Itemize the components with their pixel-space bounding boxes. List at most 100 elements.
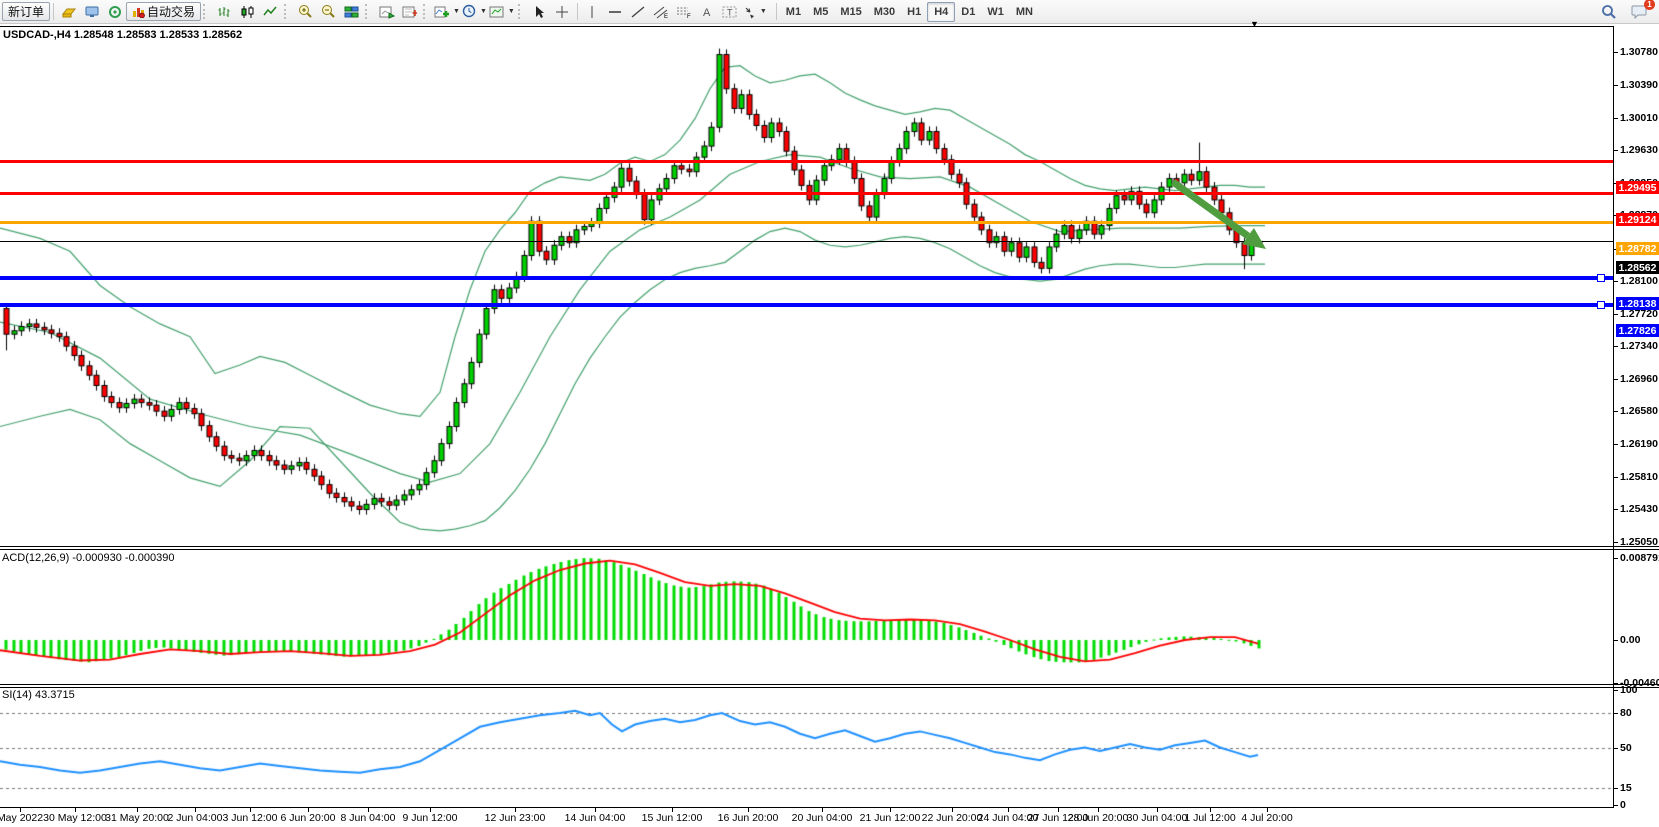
price-level-line[interactable] xyxy=(0,192,1613,195)
indicators-add-icon xyxy=(434,5,450,19)
horizontal-line-button[interactable] xyxy=(604,1,627,22)
timeframe-mn[interactable]: MN xyxy=(1010,3,1039,21)
price-level-line[interactable] xyxy=(0,241,1613,242)
svg-text:A: A xyxy=(703,7,711,19)
line-chart-icon xyxy=(263,5,278,19)
time-axis-label: 30 May 12:00 xyxy=(43,812,107,824)
candlestick-chart-button[interactable] xyxy=(236,1,259,22)
templates-button[interactable]: ▼ xyxy=(488,1,516,22)
axis-tick-mark xyxy=(1614,509,1618,510)
timeframe-h4[interactable]: H4 xyxy=(927,2,955,22)
chart-canvas[interactable] xyxy=(0,26,1613,808)
price-level-line[interactable] xyxy=(0,160,1613,163)
tile-windows-button[interactable] xyxy=(340,1,363,22)
timeframe-m1[interactable]: M1 xyxy=(780,3,807,21)
arrows-shapes-button[interactable]: ▼ xyxy=(742,1,768,22)
market-watch-button[interactable] xyxy=(57,1,80,22)
chart-profiles-icon xyxy=(402,5,418,19)
axis-tick-label: 50 xyxy=(1620,742,1632,754)
arrows-shapes-icon xyxy=(743,5,757,19)
time-axis-label: 12 Jun 23:00 xyxy=(485,812,546,824)
crosshair-button[interactable] xyxy=(551,1,574,22)
new-chart-button[interactable] xyxy=(375,1,398,22)
timeframe-d1[interactable]: D1 xyxy=(955,3,981,21)
chart-title: USDCAD-,H4 1.28548 1.28583 1.28533 1.285… xyxy=(3,29,242,41)
time-axis-tick xyxy=(430,808,431,812)
fibonacci-button[interactable]: F xyxy=(673,1,696,22)
timeframe-w1[interactable]: W1 xyxy=(981,3,1010,21)
equidistant-channel-button[interactable]: E xyxy=(650,1,673,22)
axis-tick-mark xyxy=(1614,85,1618,86)
axis-tick-label: 0.00 xyxy=(1620,634,1640,646)
time-axis-label: 31 May 20:00 xyxy=(105,812,169,824)
chat-button[interactable]: 1 xyxy=(1628,1,1651,22)
price-level-line[interactable] xyxy=(0,303,1613,307)
time-axis-label: 28 Jun 20:00 xyxy=(1068,812,1129,824)
timeframe-m30[interactable]: M30 xyxy=(868,3,901,21)
svg-text:F: F xyxy=(687,14,691,19)
axis-tick-mark xyxy=(1614,748,1618,749)
price-level-badge: 1.28138 xyxy=(1616,297,1659,310)
time-axis-label: 15 Jun 12:00 xyxy=(642,812,703,824)
chart-profiles-button[interactable] xyxy=(398,1,421,22)
axis-tick-mark xyxy=(1614,690,1618,691)
axis-tick-label: 1.30010 xyxy=(1620,112,1658,124)
signals-button[interactable] xyxy=(103,1,126,22)
toolbar-grip xyxy=(365,4,371,19)
dropdown-caret-icon: ▼ xyxy=(480,8,487,15)
price-level-line[interactable] xyxy=(0,221,1613,224)
pane-separator[interactable] xyxy=(0,687,1659,688)
cursor-button[interactable] xyxy=(528,1,551,22)
time-axis-label: 16 Jun 20:00 xyxy=(718,812,779,824)
pane-separator[interactable] xyxy=(0,684,1659,685)
periods-button[interactable]: ▼ xyxy=(461,1,488,22)
zoom-out-button[interactable] xyxy=(317,1,340,22)
trendline-button[interactable] xyxy=(627,1,650,22)
time-axis-tick xyxy=(20,808,21,812)
timeframe-m5[interactable]: M5 xyxy=(807,3,834,21)
axis-tick-mark xyxy=(1614,314,1618,315)
time-axis-tick xyxy=(1058,808,1059,812)
axis-tick-label: 1.30390 xyxy=(1620,79,1658,91)
axis-tick-mark xyxy=(1614,379,1618,380)
autotrade-button[interactable]: 自动交易 xyxy=(126,2,201,21)
rsi-indicator-label: SI(14) 43.3715 xyxy=(2,689,75,701)
axis-tick-mark xyxy=(1614,713,1618,714)
price-level-line[interactable] xyxy=(0,276,1613,280)
timeframe-m15[interactable]: M15 xyxy=(834,3,867,21)
time-axis-tick xyxy=(890,808,891,812)
terminal-button[interactable] xyxy=(80,1,103,22)
timeframe-h1[interactable]: H1 xyxy=(901,3,927,21)
new-chart-icon xyxy=(379,5,395,19)
search-button[interactable] xyxy=(1597,1,1620,22)
axis-tick-mark xyxy=(1614,281,1618,282)
bar-chart-button[interactable] xyxy=(213,1,236,22)
time-axis-tick xyxy=(368,808,369,812)
dropdown-caret-icon: ▼ xyxy=(453,8,460,15)
axis-tick-mark xyxy=(1614,788,1618,789)
time-axis-tick xyxy=(952,808,953,812)
level-endpoint-handle[interactable] xyxy=(1597,301,1605,309)
cursor-icon xyxy=(533,5,546,19)
time-axis-label: 2 Jun 04:00 xyxy=(168,812,223,824)
new-order-button[interactable]: 新订单 xyxy=(2,2,50,21)
line-chart-button[interactable] xyxy=(259,1,282,22)
text-label-button[interactable]: T xyxy=(719,1,742,22)
time-axis-label: 4 Jul 20:00 xyxy=(1241,812,1292,824)
indicators-button[interactable]: ▼ xyxy=(433,1,461,22)
axis-tick-label: 80 xyxy=(1620,707,1632,719)
price-axis[interactable]: 1.307801.303901.300101.296301.292501.288… xyxy=(1613,26,1659,808)
text-button[interactable]: A xyxy=(696,1,719,22)
toolbar-separator xyxy=(577,3,578,20)
trendline-icon xyxy=(631,5,645,19)
time-axis[interactable]: May 202230 May 12:0031 May 20:002 Jun 04… xyxy=(0,808,1659,827)
pane-separator[interactable] xyxy=(0,549,1659,550)
axis-tick-label: 1.29630 xyxy=(1620,144,1658,156)
tile-windows-icon xyxy=(344,5,359,19)
chart-shift-marker-icon[interactable]: ▼ xyxy=(1250,19,1259,29)
pane-separator[interactable] xyxy=(0,546,1659,547)
vertical-line-button[interactable] xyxy=(581,1,604,22)
zoom-in-button[interactable] xyxy=(294,1,317,22)
toolbar-right-icons: 1 xyxy=(1597,1,1657,22)
level-endpoint-handle[interactable] xyxy=(1597,274,1605,282)
